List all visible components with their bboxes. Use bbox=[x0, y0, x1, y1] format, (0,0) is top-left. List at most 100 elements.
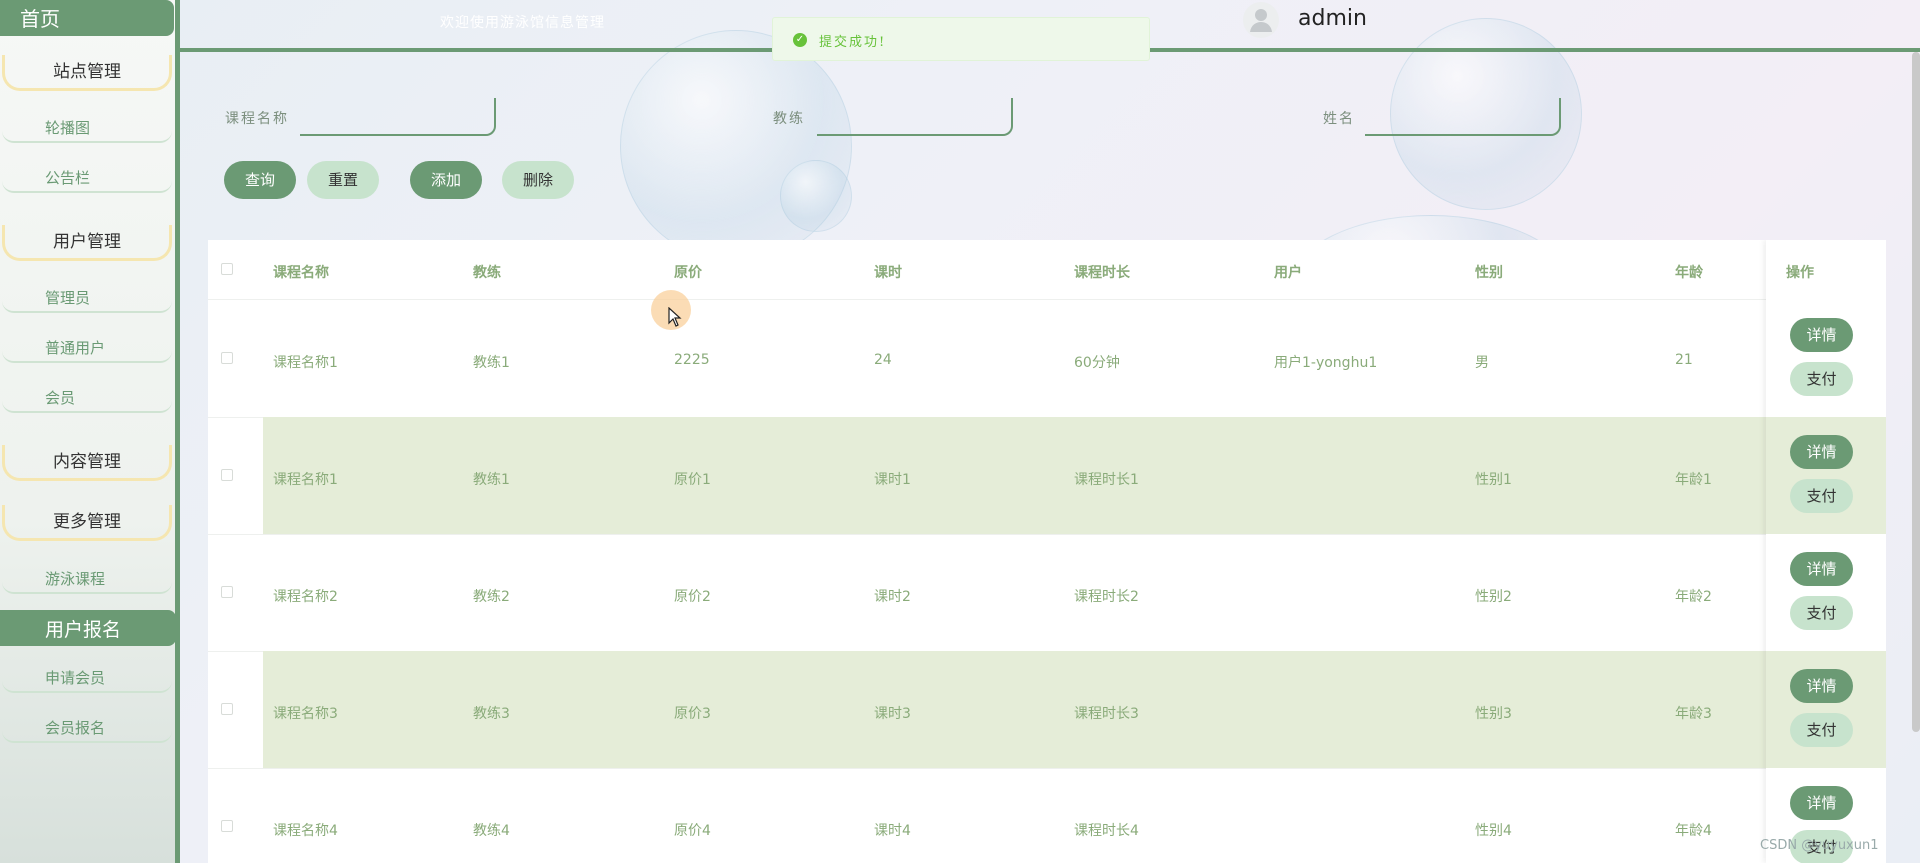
welcome-text: 欢迎使用游泳馆信息管理 bbox=[440, 15, 605, 31]
search-input-name[interactable] bbox=[1365, 98, 1561, 136]
column-header[interactable]: 年龄 bbox=[1675, 262, 1703, 282]
bg-bubble bbox=[780, 160, 852, 232]
cell-age: 21 bbox=[1675, 352, 1693, 368]
sidebar-item-member[interactable]: 会员 bbox=[2, 383, 172, 413]
cell-age: 年龄2 bbox=[1675, 589, 1712, 605]
cell-price: 原价3 bbox=[674, 706, 711, 722]
reset-button[interactable]: 重置 bbox=[307, 161, 379, 199]
search-label-name: 姓名 bbox=[1323, 111, 1355, 127]
table-row[interactable]: 课程名称4 教练4 原价4 课时4 课程时长4 性别4 年龄4 bbox=[208, 768, 1886, 863]
sidebar-item-swim-course[interactable]: 游泳课程 bbox=[2, 564, 172, 594]
cell-duration: 课程时长1 bbox=[1074, 472, 1139, 488]
row-checkbox[interactable] bbox=[221, 352, 233, 364]
table-header-row: 课程名称 教练 原价 课时 课程时长 用户 性别 年龄 bbox=[208, 240, 1886, 300]
mouse-pointer-icon bbox=[668, 307, 682, 327]
watermark: CSDN @yuyuxun1 bbox=[1760, 838, 1879, 853]
cell-course-name: 课程名称1 bbox=[273, 472, 338, 488]
cell-age: 年龄4 bbox=[1675, 823, 1712, 839]
sidebar: 首页 站点管理 轮播图 公告栏 用户管理 管理员 普通用户 会员 内容管理 更多… bbox=[0, 0, 180, 863]
detail-button[interactable]: 详情 bbox=[1790, 552, 1853, 586]
cell-gender: 性别1 bbox=[1475, 472, 1512, 488]
detail-button[interactable]: 详情 bbox=[1790, 786, 1853, 820]
cell-course-name: 课程名称2 bbox=[273, 589, 338, 605]
cell-coach: 教练1 bbox=[473, 355, 510, 371]
cell-coach: 教练1 bbox=[473, 472, 510, 488]
cell-lessons: 课时1 bbox=[874, 472, 911, 488]
cell-age: 年龄1 bbox=[1675, 472, 1712, 488]
row-checkbox[interactable] bbox=[221, 586, 233, 598]
sidebar-item-admin[interactable]: 管理员 bbox=[2, 283, 172, 313]
table-row[interactable]: 课程名称2 教练2 原价2 课时2 课程时长2 性别2 年龄2 bbox=[208, 534, 1886, 652]
add-button[interactable]: 添加 bbox=[410, 161, 482, 199]
column-header[interactable]: 用户 bbox=[1274, 262, 1302, 282]
sidebar-home[interactable]: 首页 bbox=[0, 0, 174, 36]
sidebar-section-signup[interactable]: 用户报名 bbox=[0, 610, 176, 646]
cell-duration: 60分钟 bbox=[1074, 355, 1120, 371]
column-header[interactable]: 课时 bbox=[874, 262, 902, 282]
table-row[interactable]: 课程名称3 教练3 原价3 课时3 课程时长3 性别3 年龄3 bbox=[208, 651, 1886, 769]
select-all-checkbox[interactable] bbox=[221, 263, 233, 275]
detail-button[interactable]: 详情 bbox=[1790, 318, 1853, 352]
sidebar-item-notice[interactable]: 公告栏 bbox=[2, 163, 172, 193]
cell-course-name: 课程名称4 bbox=[273, 823, 338, 839]
search-input-coach[interactable] bbox=[817, 98, 1013, 136]
course-table: 课程名称 教练 原价 课时 课程时长 用户 性别 年龄 课程名称1 教练1 22… bbox=[208, 240, 1886, 863]
cell-gender: 性别3 bbox=[1475, 706, 1512, 722]
cell-age: 年龄3 bbox=[1675, 706, 1712, 722]
column-header-ops: 操作 bbox=[1786, 265, 1814, 281]
cell-price: 2225 bbox=[674, 352, 710, 368]
sidebar-group-more[interactable]: 更多管理 bbox=[2, 505, 172, 541]
cell-duration: 课程时长2 bbox=[1074, 589, 1139, 605]
cell-gender: 性别2 bbox=[1475, 589, 1512, 605]
detail-button[interactable]: 详情 bbox=[1790, 435, 1853, 469]
success-toast: ✓ 提交成功! bbox=[772, 17, 1150, 61]
toast-message: 提交成功! bbox=[819, 35, 887, 50]
cell-duration: 课程时长3 bbox=[1074, 706, 1139, 722]
cell-price: 原价1 bbox=[674, 472, 711, 488]
vertical-scrollbar[interactable] bbox=[1912, 52, 1920, 732]
column-header[interactable]: 教练 bbox=[473, 262, 501, 282]
pay-button[interactable]: 支付 bbox=[1790, 596, 1853, 630]
search-label-coach: 教练 bbox=[773, 111, 805, 127]
cell-lessons: 课时2 bbox=[874, 589, 911, 605]
sidebar-group-site[interactable]: 站点管理 bbox=[2, 55, 172, 91]
cell-gender: 男 bbox=[1475, 355, 1489, 371]
sidebar-group-users[interactable]: 用户管理 bbox=[2, 225, 172, 261]
check-circle-icon: ✓ bbox=[793, 33, 807, 47]
column-header[interactable]: 课程名称 bbox=[273, 262, 329, 282]
sidebar-item-apply-member[interactable]: 申请会员 bbox=[2, 663, 172, 693]
cell-lessons: 24 bbox=[874, 352, 892, 368]
table-row[interactable]: 课程名称1 教练1 原价1 课时1 课程时长1 性别1 年龄1 bbox=[208, 417, 1886, 535]
cell-price: 原价4 bbox=[674, 823, 711, 839]
cell-course-name: 课程名称1 bbox=[273, 355, 338, 371]
pay-button[interactable]: 支付 bbox=[1790, 713, 1853, 747]
table-row[interactable]: 课程名称1 教练1 2225 24 60分钟 用户1-yonghu1 男 21 bbox=[208, 300, 1886, 418]
column-header[interactable]: 性别 bbox=[1475, 262, 1503, 282]
search-input-course[interactable] bbox=[300, 98, 496, 136]
column-header[interactable]: 原价 bbox=[674, 262, 702, 282]
delete-button[interactable]: 删除 bbox=[502, 161, 574, 199]
cell-coach: 教练3 bbox=[473, 706, 510, 722]
pay-button[interactable]: 支付 bbox=[1790, 479, 1853, 513]
user-avatar-icon[interactable] bbox=[1243, 2, 1279, 38]
cell-duration: 课程时长4 bbox=[1074, 823, 1139, 839]
cell-coach: 教练4 bbox=[473, 823, 510, 839]
row-checkbox[interactable] bbox=[221, 703, 233, 715]
row-checkbox[interactable] bbox=[221, 469, 233, 481]
detail-button[interactable]: 详情 bbox=[1790, 669, 1853, 703]
sidebar-group-content[interactable]: 内容管理 bbox=[2, 445, 172, 481]
column-header[interactable]: 课程时长 bbox=[1074, 262, 1130, 282]
pay-button[interactable]: 支付 bbox=[1790, 362, 1853, 396]
cell-user: 用户1-yonghu1 bbox=[1274, 355, 1378, 371]
cell-gender: 性别4 bbox=[1475, 823, 1512, 839]
search-label-course: 课程名称 bbox=[225, 111, 289, 127]
row-checkbox[interactable] bbox=[221, 820, 233, 832]
username[interactable]: admin bbox=[1298, 6, 1367, 31]
sidebar-item-member-signup[interactable]: 会员报名 bbox=[2, 713, 172, 743]
sidebar-item-carousel[interactable]: 轮播图 bbox=[2, 113, 172, 143]
cell-lessons: 课时4 bbox=[874, 823, 911, 839]
query-button[interactable]: 查询 bbox=[224, 161, 296, 199]
sidebar-item-normal-user[interactable]: 普通用户 bbox=[2, 333, 172, 363]
cell-price: 原价2 bbox=[674, 589, 711, 605]
cell-coach: 教练2 bbox=[473, 589, 510, 605]
